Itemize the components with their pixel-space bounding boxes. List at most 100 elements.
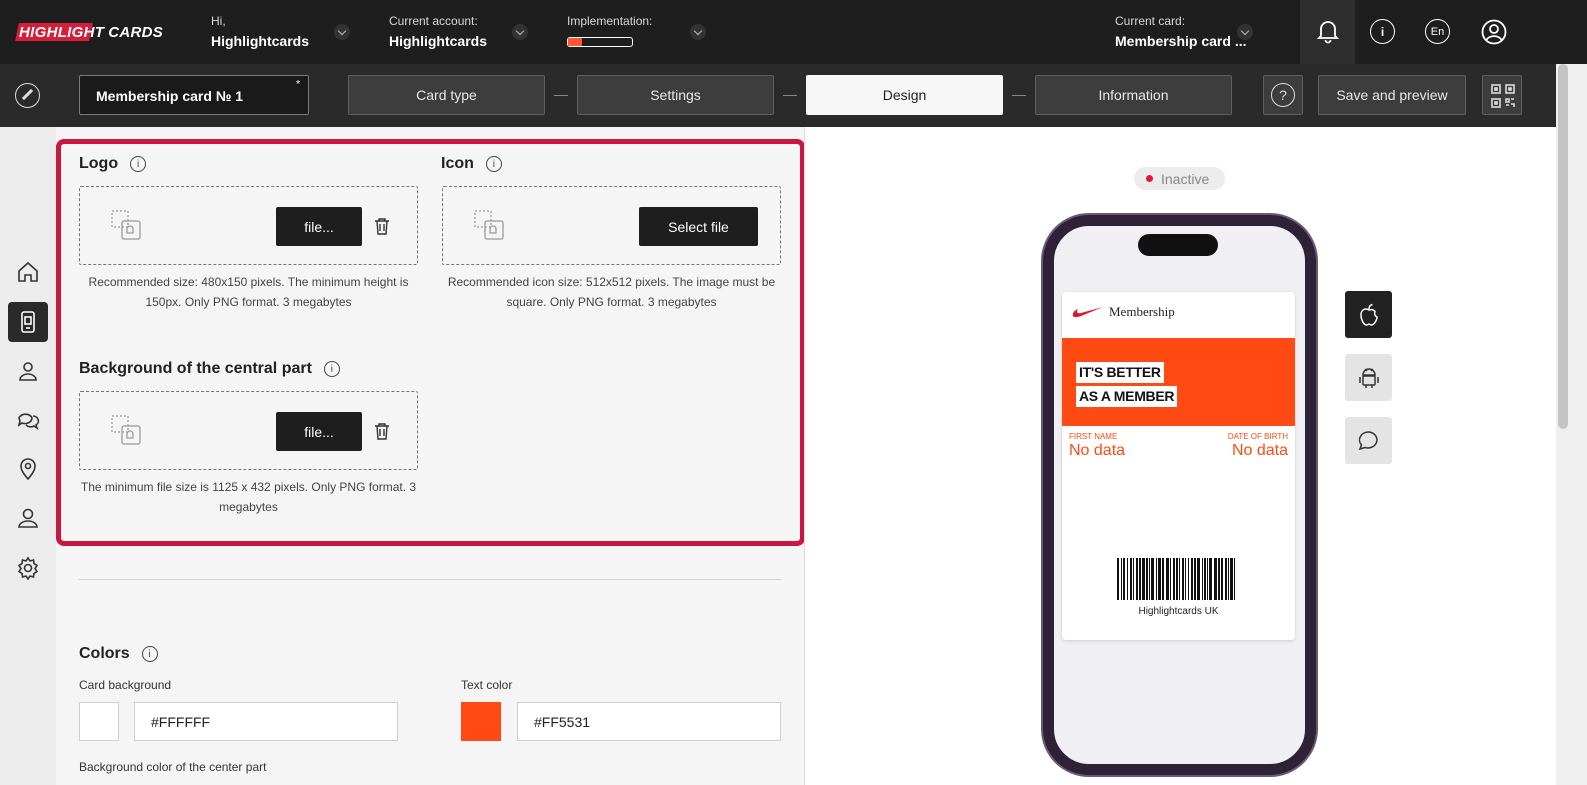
info-icon[interactable]: i [130,156,147,172]
info-icon[interactable]: i [141,646,158,662]
pencil-icon[interactable] [15,83,40,108]
icon-hint: Recommended icon size: 512x512 pixels. T… [447,275,776,309]
card-background-label: Card background [79,678,172,692]
chevron-down-icon[interactable] [334,24,350,40]
language-label: En [1425,19,1450,44]
trash-icon[interactable] [374,217,390,235]
trash-icon[interactable] [374,422,390,440]
logo-text-highlight: HIGHLIGHT [19,24,105,41]
info-icon[interactable]: i [485,156,502,172]
dynamic-island [1138,234,1218,256]
notifications-button[interactable] [1300,0,1355,64]
platform-android-button[interactable] [1345,354,1392,401]
sidebar-item-locations[interactable] [8,449,48,489]
colors-section-title: Colors i [79,645,158,663]
text-color-label: Text color [461,678,513,692]
logo-section-title: Logo i [79,155,147,173]
info-icon: i [1370,19,1395,44]
design-form: Logo i file... Recommended size: 480x150… [56,127,805,785]
tab-card-type[interactable]: Card type [348,75,545,115]
field-first-name-label: FIRST NAME [1069,432,1118,441]
page-scrollbar[interactable] [1556,64,1587,785]
required-mark: * [296,79,300,90]
text-color-swatch[interactable] [461,702,501,741]
sidebar-item-settings[interactable] [8,548,48,588]
sidebar-item-home[interactable] [8,252,48,292]
platform-message-button[interactable] [1345,417,1392,464]
icon-dropzone[interactable]: Select file [442,186,781,265]
sidebar-item-messages[interactable] [8,400,48,440]
greeting-label: Hi, [211,14,226,28]
background-select-file-button[interactable]: file... [276,412,362,451]
logo-select-file-button[interactable]: file... [276,207,362,246]
field-dob-value: No data [1231,442,1288,459]
language-button[interactable]: En [1410,0,1465,64]
banner-line-2: AS A MEMBER [1076,386,1178,407]
chevron-down-icon[interactable] [690,24,706,40]
users-icon [19,362,37,381]
home-icon [18,261,38,282]
step-separator [554,95,568,96]
scrollbar-thumb[interactable] [1558,64,1568,429]
barcode [1117,558,1235,600]
help-button[interactable]: ? [1263,75,1303,115]
pass-brand: Membership [1109,304,1175,319]
tab-design[interactable]: Design [806,75,1003,115]
wallet-pass: Membership IT'S BETTER AS A MEMBER FIRST… [1062,292,1295,640]
implementation-menu[interactable]: Implementation: [567,14,652,28]
tab-settings[interactable]: Settings [577,75,774,115]
tab-information[interactable]: Information [1035,75,1232,115]
pass-banner: IT'S BETTER AS A MEMBER [1062,338,1295,426]
gear-icon [17,556,39,580]
card-name-value: Membership card № 1 [96,88,244,104]
top-bar: HIGHLIGHT CARDS Hi, Highlightcards Curren… [0,0,1587,64]
save-and-preview-button[interactable]: Save and preview [1318,75,1466,115]
chevron-down-icon[interactable] [512,24,528,40]
sidebar-item-profile[interactable] [8,498,48,538]
status-badge: Inactive [1134,167,1225,190]
image-placeholder-icon [474,210,504,240]
logo-dropzone[interactable]: file... [79,186,418,265]
center-background-label: Background color of the center part [79,760,267,774]
sidebar [0,127,56,785]
user-icon [18,508,38,528]
question-icon: ? [1271,83,1295,107]
card-preview-panel: Inactive Membership IT'S BETTER AS A MEM… [804,127,1556,785]
text-color-input[interactable]: #FF5531 [517,702,781,741]
implementation-progress [567,37,633,47]
background-section-title: Background of the central part i [79,360,340,378]
sidebar-item-cards[interactable] [8,302,48,342]
icon-title: Icon [441,155,474,172]
card-background-input[interactable]: #FFFFFF [134,702,398,741]
chat-icon [17,413,40,430]
current-card-menu[interactable]: Current card: Membership card ... [1115,14,1246,49]
account-menu[interactable]: Current account: Highlightcards [389,14,487,49]
user-circle-icon [1481,19,1507,45]
background-dropzone[interactable]: file... [79,391,418,470]
card-name-input[interactable]: Membership card № 1 * [79,75,309,115]
info-button[interactable]: i [1355,0,1410,64]
brand-logo[interactable]: HIGHLIGHT CARDS [15,22,163,42]
current-card-value: Membership card ... [1115,33,1247,49]
icon-section-title: Icon i [441,155,502,173]
editor-toolbar: Membership card № 1 * Card type Settings… [0,64,1587,127]
qr-code-button[interactable] [1482,75,1522,115]
card-background-swatch[interactable] [79,702,119,741]
step-separator [783,95,797,96]
banner-line-1: IT'S BETTER [1076,362,1164,383]
greeting-menu[interactable]: Hi, Highlightcards [211,14,309,49]
platform-apple-button[interactable] [1345,291,1392,338]
android-icon [1358,367,1379,388]
chevron-down-icon[interactable] [1237,24,1253,40]
qr-code-icon [1491,84,1515,108]
step-separator [1012,95,1026,96]
profile-button[interactable] [1466,0,1521,64]
logo-hint: Recommended size: 480x150 pixels. The mi… [88,275,409,309]
sidebar-item-clients[interactable] [8,351,48,391]
account-label: Current account: [389,14,478,28]
card-icon [21,311,35,333]
swoosh-logo-icon [1072,307,1103,318]
background-title: Background of the central part [79,360,312,377]
info-icon[interactable]: i [323,361,340,377]
icon-select-file-button[interactable]: Select file [639,207,758,246]
